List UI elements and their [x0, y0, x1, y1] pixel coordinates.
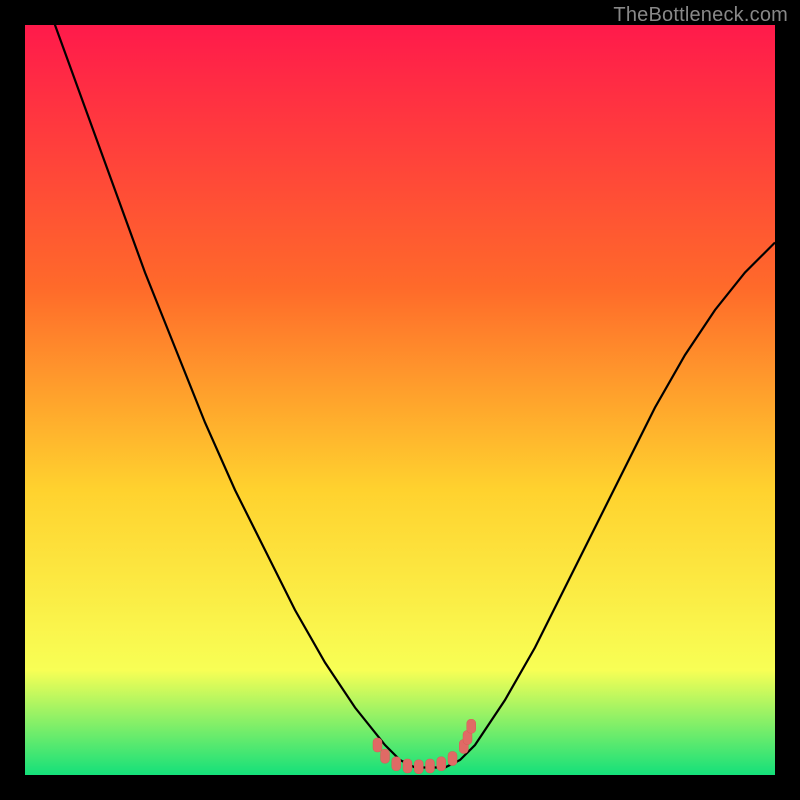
- data-marker: [467, 719, 476, 733]
- bottleneck-chart: [25, 25, 775, 775]
- data-marker: [448, 752, 457, 766]
- watermark-text: TheBottleneck.com: [613, 4, 788, 27]
- data-marker: [373, 738, 382, 752]
- data-marker: [437, 757, 446, 771]
- gradient-background: [25, 25, 775, 775]
- data-marker: [392, 757, 401, 771]
- data-marker: [426, 759, 435, 773]
- data-marker: [403, 759, 412, 773]
- data-marker: [381, 749, 390, 763]
- chart-frame: TheBottleneck.com: [0, 0, 800, 800]
- plot-area: [25, 25, 775, 775]
- data-marker: [414, 760, 423, 774]
